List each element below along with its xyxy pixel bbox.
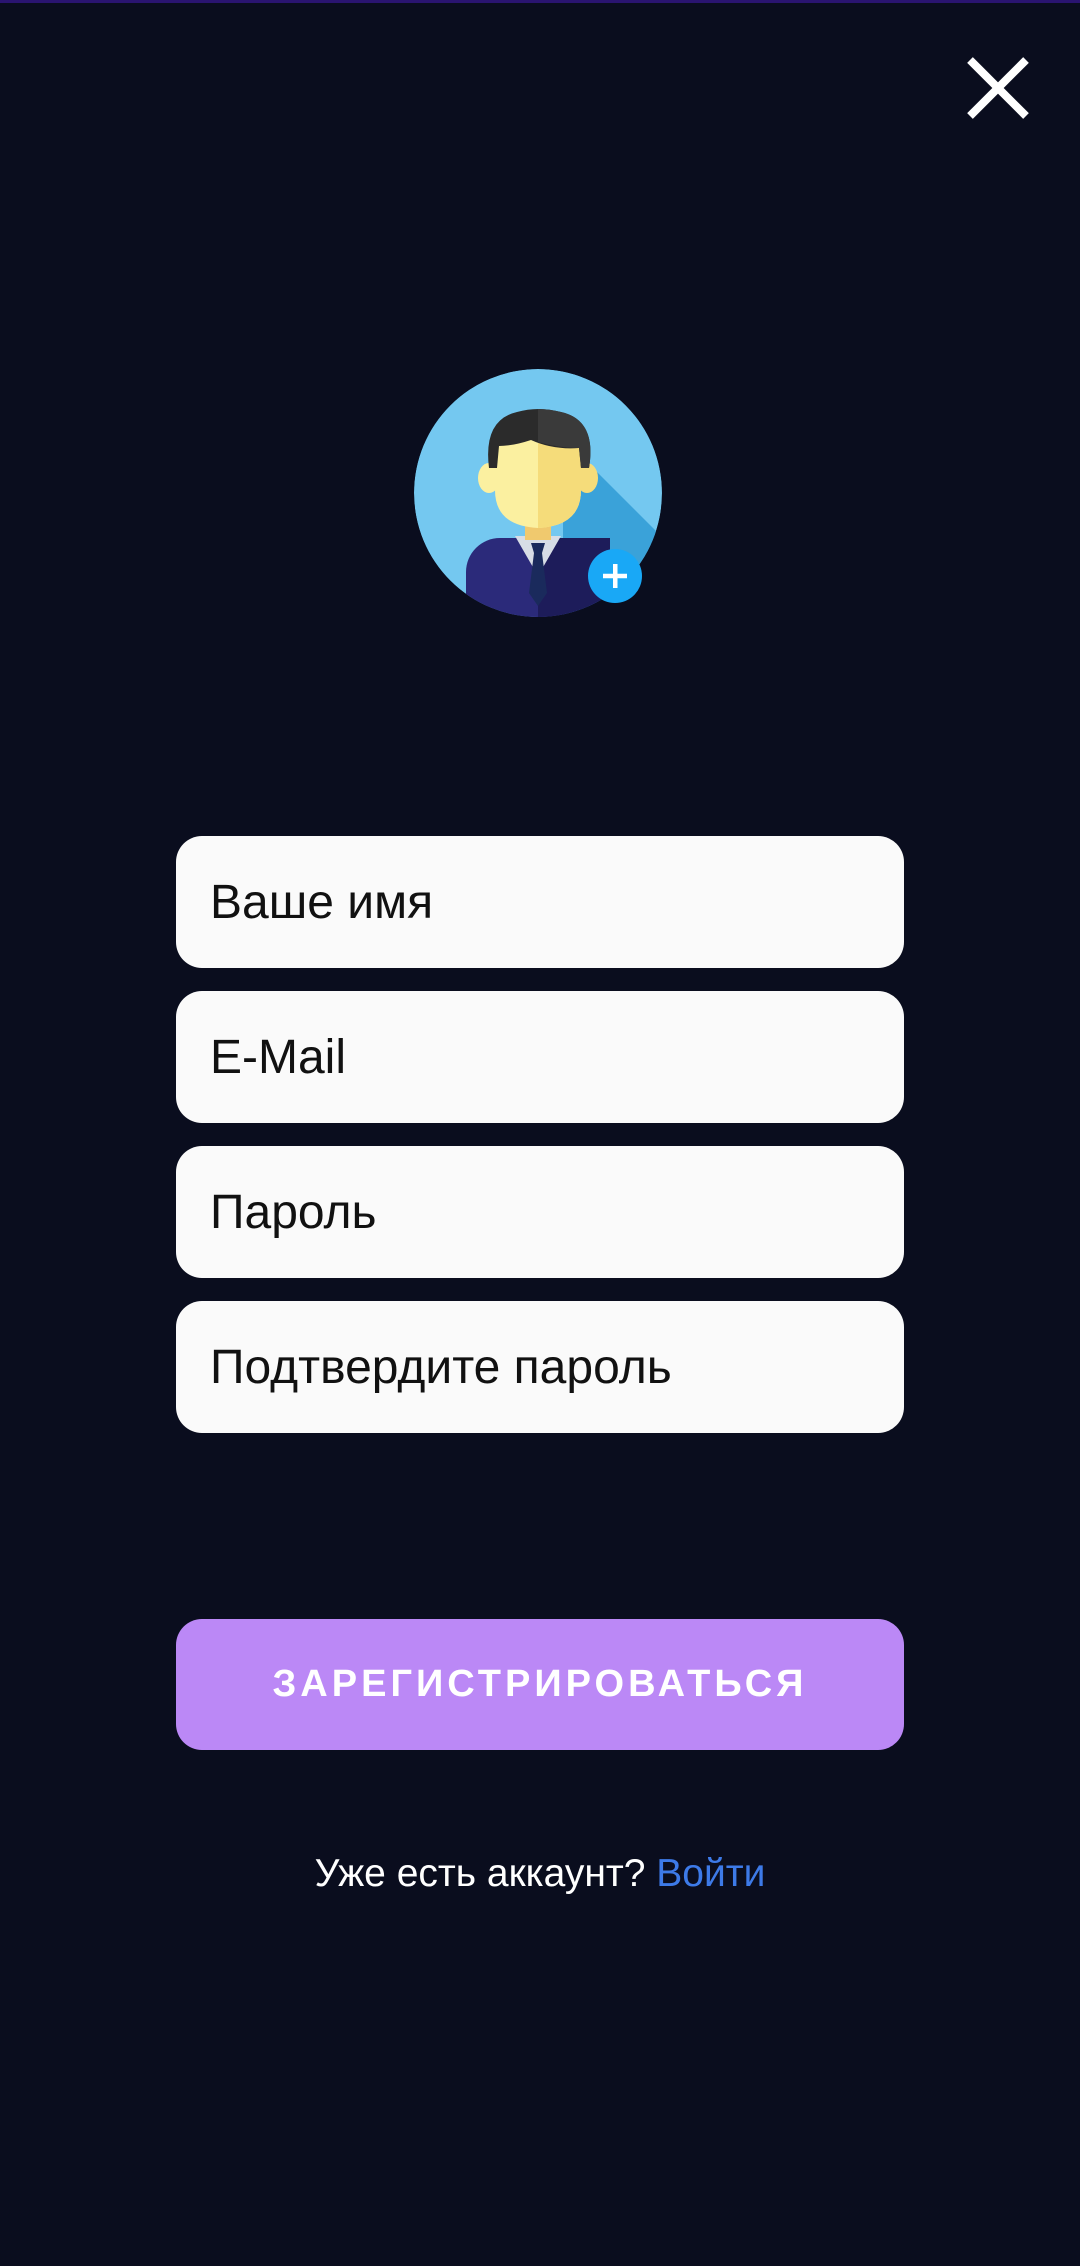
avatar-upload-button[interactable] <box>413 368 663 618</box>
name-input[interactable] <box>176 836 904 968</box>
have-account-text: Уже есть аккаунт? <box>314 1852 646 1895</box>
top-accent-line <box>0 0 1080 3</box>
confirm-password-input[interactable] <box>176 1301 904 1433</box>
user-avatar-add-icon <box>414 369 662 617</box>
email-input[interactable] <box>176 991 904 1123</box>
close-icon <box>967 57 1029 119</box>
login-link[interactable]: Войти <box>656 1852 765 1895</box>
close-button[interactable] <box>958 48 1038 128</box>
password-input[interactable] <box>176 1146 904 1278</box>
login-prompt: Уже есть аккаунт? Войти <box>0 1852 1080 1896</box>
register-button[interactable]: ЗАРЕГИСТРИРОВАТЬСЯ <box>176 1619 904 1750</box>
